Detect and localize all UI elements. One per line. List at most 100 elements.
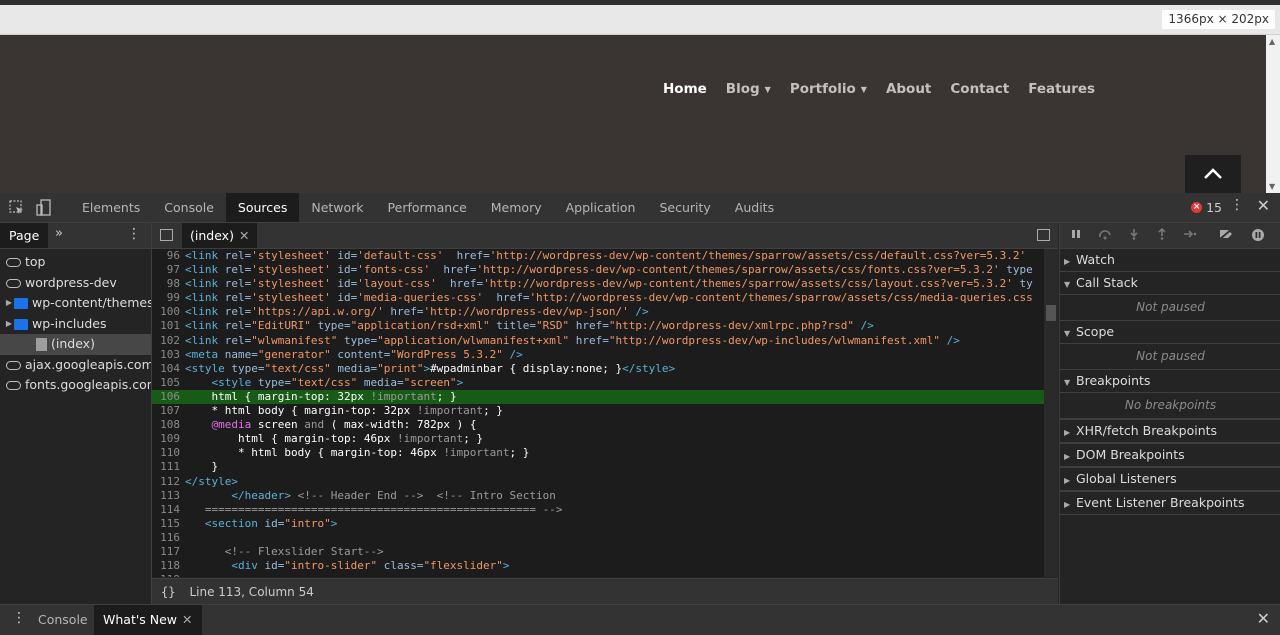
section-global-listeners[interactable]: ▶ Global Listeners (1060, 467, 1280, 491)
expanded-arrow-icon: ▼ (1064, 378, 1071, 387)
tab-index-file[interactable]: (index) ✕ (182, 223, 258, 248)
toggle-debugger-icon[interactable] (1037, 229, 1050, 241)
inspect-element-icon[interactable] (8, 199, 26, 217)
line-number[interactable]: 97 (152, 263, 185, 277)
scroll-thumb[interactable] (1046, 305, 1056, 321)
tree-item[interactable]: wordpress-dev (0, 273, 151, 294)
line-number[interactable]: 104 (152, 362, 185, 376)
code-editor[interactable]: 96 <link rel='stylesheet' id='default-css… (152, 249, 1058, 577)
editor-pane: (index) ✕ 96 <link rel='stylesheet' id='de… (152, 223, 1058, 605)
nav-item-contact[interactable]: Contact (950, 81, 1009, 97)
pause-on-exceptions-icon[interactable] (1251, 228, 1265, 242)
code-token: "print" (377, 361, 424, 375)
more-tabs-icon[interactable]: » (55, 226, 63, 241)
step-out-icon[interactable] (1156, 228, 1168, 240)
line-number[interactable]: 96 (152, 249, 185, 263)
line-number[interactable]: 114 (152, 503, 185, 517)
tab-elements[interactable]: Elements (70, 193, 152, 222)
tree-item[interactable]: ▶ wp-includes (0, 314, 151, 335)
code-token: rel= (224, 263, 252, 277)
nav-item-blog[interactable]: Blog ▼ (726, 81, 771, 97)
section-xhr-fetch-breakpoints[interactable]: ▶ XHR/fetch Breakpoints (1060, 419, 1280, 443)
drawer-tab-whats-new[interactable]: What's New ✕ (94, 605, 202, 635)
line-number[interactable]: 107 (152, 404, 185, 418)
drawer-close-icon[interactable]: ✕ (1257, 609, 1270, 628)
deactivate-breakpoints-icon[interactable] (1218, 228, 1234, 240)
error-counter[interactable]: × 15 (1191, 200, 1222, 215)
tree-item[interactable]: top (0, 252, 151, 273)
line-number[interactable]: 112 (152, 475, 185, 489)
section-scope[interactable]: ▼ Scope (1060, 321, 1280, 344)
caret-down-icon: ▼ (860, 84, 867, 94)
code-token: media= (330, 361, 378, 375)
tab-application[interactable]: Application (554, 193, 648, 222)
line-number[interactable]: 115 (152, 517, 185, 531)
tab-performance[interactable]: Performance (376, 193, 479, 222)
devtools-more-icon[interactable]: ⋮ (1230, 197, 1244, 213)
tree-item[interactable]: ajax.googleapis.com (0, 355, 151, 376)
tab-network[interactable]: Network (299, 193, 375, 222)
line-number[interactable]: 102 (152, 334, 185, 348)
page-scrollbar[interactable]: ▲ ▼ (1266, 35, 1280, 193)
back-to-top-button[interactable] (1185, 155, 1241, 193)
expanded-arrow-icon: ▼ (1064, 329, 1071, 338)
nav-item-features[interactable]: Features (1028, 81, 1095, 97)
tab-sources[interactable]: Sources (225, 193, 300, 222)
devtools-close-icon[interactable]: ✕ (1257, 196, 1270, 215)
editor-scrollbar[interactable] (1044, 249, 1058, 577)
line-number[interactable]: 118 (152, 559, 185, 573)
line-number[interactable]: 109 (152, 432, 185, 446)
line-number[interactable]: 110 (152, 446, 185, 460)
code-token: : 32px (370, 404, 417, 418)
code-token: name= (224, 347, 258, 361)
tree-item[interactable]: ▶ wp-content/themes/s (0, 293, 151, 314)
pause-icon[interactable] (1070, 228, 1082, 240)
step-over-icon[interactable] (1098, 228, 1112, 240)
line-number[interactable]: 101 (152, 319, 185, 333)
close-tab-icon[interactable]: ✕ (239, 228, 249, 243)
line-number[interactable]: 117 (152, 545, 185, 559)
nav-item-portfolio[interactable]: Portfolio ▼ (790, 81, 867, 97)
code-token: "text/css" (264, 361, 331, 375)
line-number[interactable]: 98 (152, 277, 185, 291)
line-number[interactable]: 108 (152, 418, 185, 432)
line-number[interactable]: 99 (152, 291, 185, 305)
tab-console[interactable]: Console (152, 193, 226, 222)
section-status: Not paused (1060, 344, 1280, 370)
tab-audits[interactable]: Audits (723, 193, 786, 222)
section-event-listener-breakpoints[interactable]: ▶ Event Listener Breakpoints (1060, 491, 1280, 515)
line-number[interactable]: 106 (152, 390, 185, 404)
expand-arrow-icon[interactable]: ▶ (4, 293, 14, 313)
drawer-tab-console[interactable]: Console (29, 605, 97, 635)
device-toolbar-icon[interactable] (35, 199, 53, 217)
section-watch[interactable]: ▶ Watch (1060, 249, 1280, 272)
line-number[interactable]: 116 (152, 531, 185, 545)
tab-memory[interactable]: Memory (479, 193, 554, 222)
section-dom-breakpoints[interactable]: ▶ DOM Breakpoints (1060, 443, 1280, 467)
drawer-more-icon[interactable]: ⋮ (12, 610, 26, 626)
line-number[interactable]: 103 (152, 348, 185, 362)
line-number[interactable]: 105 (152, 376, 185, 390)
line-number[interactable]: 113 (152, 489, 185, 503)
tree-item[interactable]: (index) (0, 334, 151, 355)
pretty-print-icon[interactable]: {} (161, 585, 175, 599)
close-drawer-tab-icon[interactable]: ✕ (182, 612, 192, 627)
step-icon[interactable] (1183, 228, 1197, 240)
nav-item-label: About (885, 81, 932, 97)
expand-arrow-icon[interactable]: ▶ (4, 314, 14, 334)
line-number[interactable]: 111 (152, 460, 185, 474)
line-number[interactable]: 100 (152, 305, 185, 319)
toggle-navigator-icon[interactable] (160, 229, 173, 241)
tab-page[interactable]: Page (0, 223, 49, 248)
line-number[interactable]: 119 (152, 573, 185, 577)
nav-item-home[interactable]: Home (663, 81, 707, 97)
nav-item-about[interactable]: About (886, 81, 931, 97)
step-into-icon[interactable] (1128, 228, 1140, 240)
section-call-stack[interactable]: ▼ Call Stack (1060, 272, 1280, 295)
tree-item[interactable]: fonts.googleapis.com (0, 375, 151, 396)
navigator-more-icon[interactable]: ⋮ (127, 226, 141, 242)
tab-security[interactable]: Security (647, 193, 722, 222)
section-breakpoints[interactable]: ▼ Breakpoints (1060, 370, 1280, 393)
